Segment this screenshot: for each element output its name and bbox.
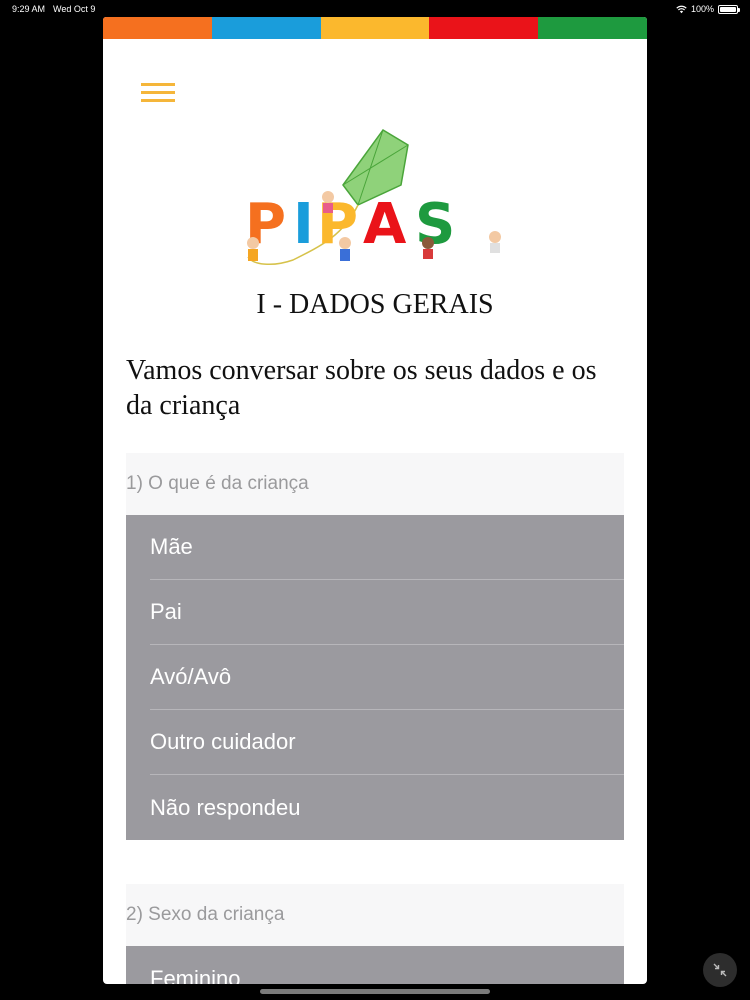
question-2: 2) Sexo da criança Feminino <box>126 884 624 984</box>
question-label: 2) Sexo da criança <box>126 884 624 946</box>
minimize-arrows-glyph <box>713 963 727 977</box>
status-time: 9:29 AM <box>12 4 46 14</box>
svg-text:P: P <box>317 192 358 257</box>
menu-line <box>141 91 175 94</box>
option-outro-cuidador[interactable]: Outro cuidador <box>150 710 624 775</box>
stripe-red <box>429 17 539 39</box>
option-list: Feminino <box>126 946 624 984</box>
battery-percentage: 100% <box>690 4 714 14</box>
home-indicator[interactable] <box>260 989 490 994</box>
intro-text: Vamos conversar sobre os seus dados e os… <box>126 355 597 421</box>
option-list: Mãe Pai Avó/Avô Outro cuidador Não respo… <box>126 515 624 840</box>
stripe-orange <box>103 17 212 39</box>
option-nao-respondeu[interactable]: Não respondeu <box>150 775 624 840</box>
app-window: P I P A S I - DADOS GERAIS Vamos convers… <box>103 17 647 984</box>
color-stripes <box>103 17 647 39</box>
pipas-logo: P I P A S <box>245 129 501 265</box>
battery-icon <box>718 4 740 14</box>
svg-text:S: S <box>415 192 455 257</box>
option-mae[interactable]: Mãe <box>150 515 624 580</box>
minimize-arrows-icon[interactable] <box>703 953 737 987</box>
menu-line <box>141 99 175 102</box>
stripe-blue <box>211 17 321 39</box>
question-1: 1) O que é da criança Mãe Pai Avó/Avô Ou… <box>126 453 624 840</box>
status-left: 9:29 AM Wed Oct 9 <box>12 4 95 14</box>
wifi-icon <box>676 5 687 13</box>
svg-text:A: A <box>363 192 407 257</box>
battery-fill <box>720 6 736 12</box>
svg-text:I: I <box>293 192 314 257</box>
status-bar: 9:29 AM Wed Oct 9 100% <box>0 0 750 17</box>
stripe-green <box>538 17 647 39</box>
menu-line <box>141 83 175 86</box>
question-label: 1) O que é da criança <box>126 453 624 515</box>
status-date: Wed Oct 9 <box>53 4 96 14</box>
option-pai[interactable]: Pai <box>150 580 624 645</box>
hamburger-menu-icon[interactable] <box>141 81 175 107</box>
option-avo[interactable]: Avó/Avô <box>150 645 624 710</box>
status-right: 100% <box>676 4 740 14</box>
stripe-yellow <box>320 17 430 39</box>
option-feminino[interactable]: Feminino <box>150 946 624 985</box>
section-title: I - DADOS GERAIS <box>256 289 494 320</box>
